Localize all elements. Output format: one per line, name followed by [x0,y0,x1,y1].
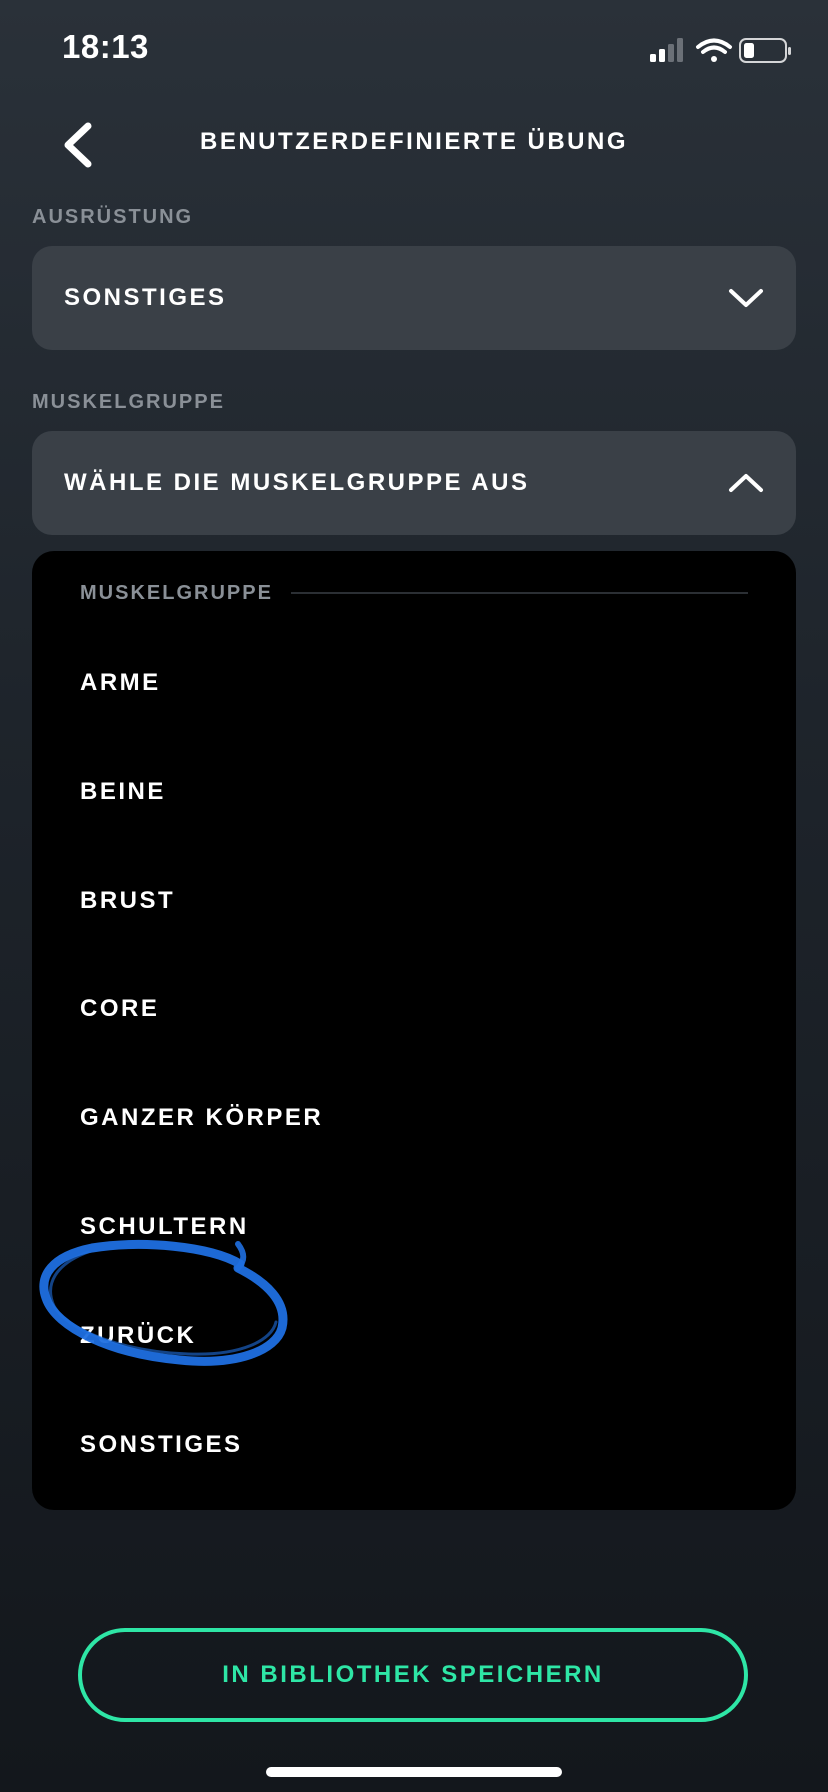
page-title: BENUTZERDEFINIERTE ÜBUNG [199,128,628,155]
battery-icon [739,38,791,63]
option-brust[interactable]: BRUST [80,871,748,931]
equipment-select-value: SONSTIGES [64,284,227,311]
dropdown-header-label: MUSKELGRUPPE [80,581,273,604]
option-arme[interactable]: ARME [80,653,748,713]
wifi-icon [696,38,732,62]
dropdown-divider [290,592,748,594]
equipment-label: AUSRÜSTUNG [32,206,194,228]
muscle-group-select[interactable]: WÄHLE DIE MUSKELGRUPPE AUS [32,431,796,535]
muscle-group-label: MUSKELGRUPPE [32,391,225,413]
save-to-library-label: IN BIBLIOTHEK SPEICHERN [222,1661,604,1688]
muscle-group-select-value: WÄHLE DIE MUSKELGRUPPE AUS [64,469,530,496]
chevron-up-icon [729,474,763,492]
option-core[interactable]: CORE [80,979,748,1039]
option-schultern[interactable]: SCHULTERN [80,1197,748,1257]
chevron-down-icon [729,289,763,307]
save-to-library-button[interactable]: IN BIBLIOTHEK SPEICHERN [78,1628,748,1722]
option-sonstiges[interactable]: SONSTIGES [80,1415,748,1475]
signal-icon [650,38,683,62]
option-zurueck[interactable]: ZURÜCK [80,1306,748,1366]
option-beine[interactable]: BEINE [80,762,748,822]
muscle-group-dropdown: MUSKELGRUPPE ARME BEINE BRUST CORE GANZE… [32,551,796,1510]
dropdown-header: MUSKELGRUPPE [80,571,748,615]
status-icons [614,36,794,66]
equipment-select[interactable]: SONSTIGES [32,246,796,350]
status-time: 18:13 [62,28,149,65]
option-ganzer-koerper[interactable]: GANZER KÖRPER [80,1088,748,1148]
home-indicator[interactable] [266,1767,562,1777]
